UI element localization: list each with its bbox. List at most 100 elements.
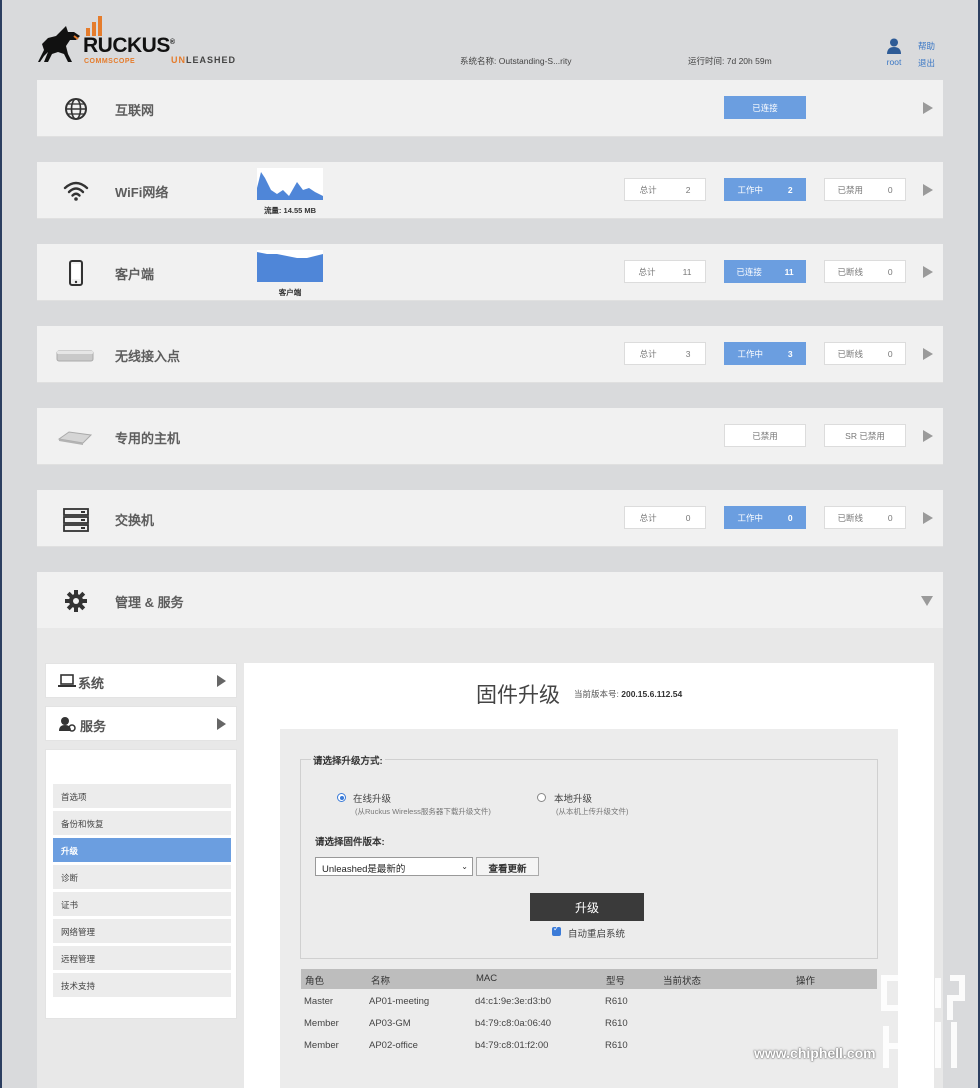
row-clients[interactable]: 客户端 客户端 总计 11 已连接 11 已断线 0	[37, 244, 943, 301]
sidebar-section-label: 系统	[78, 676, 105, 691]
chevron-right-icon	[217, 675, 226, 687]
menu-item-diagnostics[interactable]: 诊断	[53, 865, 231, 889]
cell-model: R610	[605, 1018, 628, 1029]
total-badge[interactable]: 总计 11	[624, 260, 706, 283]
total-badge[interactable]: 总计 2	[624, 178, 706, 201]
expand-arrow-icon[interactable]	[923, 184, 933, 196]
upgrade-button[interactable]: 升级	[530, 893, 644, 921]
disconnected-badge[interactable]: 已断线 0	[824, 260, 906, 283]
row-switches[interactable]: 交换机 总计 0 工作中 0 已断线 0	[37, 490, 943, 547]
row-title: 专用的主机	[115, 431, 181, 446]
window-frame-left	[0, 0, 2, 1088]
active-badge[interactable]: 工作中 2	[724, 178, 806, 201]
cell-role: Member	[304, 1040, 339, 1051]
disconnected-badge[interactable]: 已断线 0	[824, 342, 906, 365]
cell-mac: d4:c1:9e:3e:d3:b0	[475, 996, 552, 1007]
product-name: UNLEASHED	[171, 55, 237, 65]
table-row: Master AP01-meeting d4:c1:9e:3e:d3:b0 R6…	[301, 991, 877, 1013]
menu-item-certificates[interactable]: 证书	[53, 892, 231, 916]
gear-icon	[65, 590, 87, 612]
version-select-label: 请选择固件版本:	[315, 837, 385, 848]
online-upgrade-label[interactable]: 在线升级	[353, 791, 391, 805]
current-version: 当前版本号: 200.15.6.112.54	[574, 689, 683, 699]
header-links: 帮助 退出	[918, 38, 935, 72]
expand-arrow-icon[interactable]	[923, 348, 933, 360]
logout-link[interactable]: 退出	[918, 55, 935, 72]
row-title: 互联网	[115, 103, 155, 118]
access-point-icon	[56, 350, 94, 362]
check-update-button[interactable]: 查看更新	[476, 857, 539, 876]
table-row: Member AP03-GM b4:79:c8:0a:06:40 R610	[301, 1013, 877, 1035]
row-title: 客户端	[115, 267, 155, 282]
disconnected-badge[interactable]: 已断线 0	[824, 506, 906, 529]
row-dedicated-hosts[interactable]: 专用的主机 已禁用 SR 已禁用	[37, 408, 943, 465]
chiphell-watermark-icon	[881, 972, 965, 1069]
local-upgrade-label[interactable]: 本地升级	[554, 791, 592, 805]
clients-sparkline	[257, 250, 323, 282]
brand-wordmark: RUCKUS®	[83, 34, 175, 57]
cell-name: AP02-office	[369, 1040, 418, 1051]
active-badge[interactable]: 工作中 3	[724, 342, 806, 365]
disabled-badge[interactable]: 已禁用	[724, 424, 806, 447]
column-header: 名称	[371, 976, 391, 987]
auto-reboot-checkbox[interactable]	[552, 924, 561, 936]
uptime: 运行时间: 7d 20h 59m	[688, 56, 772, 66]
admin-menu: 首选项 备份和恢复 升级 诊断 证书 网络管理 远程管理 技术支持	[45, 749, 237, 1019]
cell-role: Master	[304, 996, 334, 1007]
disabled-badge[interactable]: 已禁用 0	[824, 178, 906, 201]
cell-name: AP03-GM	[369, 1018, 411, 1029]
auto-reboot-label[interactable]: 自动重启系统	[568, 926, 625, 940]
sr-disabled-badge[interactable]: SR 已禁用	[824, 424, 906, 447]
active-badge[interactable]: 工作中 0	[724, 506, 806, 529]
expand-arrow-icon[interactable]	[923, 512, 933, 524]
menu-item-remote-management[interactable]: 远程管理	[53, 946, 231, 970]
expand-arrow-icon[interactable]	[923, 102, 933, 114]
local-upgrade-hint: (从本机上传升级文件)	[556, 807, 629, 816]
traffic-label: 流量: 14.55 MB	[263, 206, 317, 215]
sidebar-section-services[interactable]: 服务	[45, 706, 237, 741]
row-title: WiFi网络	[115, 185, 169, 200]
menu-item-preferences[interactable]: 首选项	[53, 784, 231, 808]
username[interactable]: root	[882, 57, 906, 67]
switch-stack-icon	[63, 508, 89, 532]
services-icon	[59, 717, 76, 732]
row-title: 管理 & 服务	[115, 595, 184, 610]
user-icon	[887, 38, 901, 54]
firmware-version-select[interactable]: Unleashed是最新的 ⌄	[315, 857, 473, 876]
online-upgrade-radio[interactable]	[337, 793, 346, 802]
expand-arrow-icon[interactable]	[923, 266, 933, 278]
menu-item-tech-support[interactable]: 技术支持	[53, 973, 231, 997]
phone-icon	[69, 260, 83, 286]
row-wifi[interactable]: WiFi网络 流量: 14.55 MB 总计 2 工作中 2 已禁用 0	[37, 162, 943, 219]
header: RUCKUS® COMMSCOPE UNLEASHED 系统名称: Outsta…	[0, 0, 980, 78]
status-badge: 已连接	[724, 96, 806, 119]
upgrade-method-fieldset: 请选择升级方式: 在线升级 (从Ruckus Wireless服务器下载升级文件…	[300, 753, 878, 959]
total-badge[interactable]: 总计 3	[624, 342, 706, 365]
row-title: 交换机	[115, 513, 155, 528]
collapse-arrow-icon[interactable]	[921, 596, 933, 606]
cell-model: R610	[605, 996, 628, 1007]
column-header: 当前状态	[663, 976, 702, 987]
cell-role: Member	[304, 1018, 339, 1029]
online-upgrade-hint: (从Ruckus Wireless服务器下载升级文件)	[355, 807, 491, 816]
method-legend: 请选择升级方式:	[311, 753, 385, 767]
local-upgrade-radio[interactable]	[537, 793, 546, 802]
row-internet[interactable]: 互联网 已连接	[37, 80, 943, 137]
row-title: 无线接入点	[115, 349, 181, 364]
active-badge[interactable]: 已连接 11	[724, 260, 806, 283]
menu-item-backup-restore[interactable]: 备份和恢复	[53, 811, 231, 835]
expand-arrow-icon[interactable]	[923, 430, 933, 442]
firmware-upgrade-content: 固件升级 当前版本号: 200.15.6.112.54 请选择升级方式: 在线升…	[244, 663, 934, 1088]
row-access-points[interactable]: 无线接入点 总计 3 工作中 3 已断线 0	[37, 326, 943, 383]
admin-panel: 系统 服务 管理 首选项 备份和恢复 升级 诊断 证书 网络管理 远程管理 技术…	[37, 628, 943, 1088]
menu-item-network-management[interactable]: 网络管理	[53, 919, 231, 943]
ap-table-header: 角色 名称 MAC 型号 当前状态 操作	[301, 969, 877, 989]
help-link[interactable]: 帮助	[918, 38, 935, 55]
cell-mac: b4:79:c8:01:f2:00	[475, 1040, 549, 1051]
menu-item-upgrade[interactable]: 升级	[53, 838, 231, 862]
total-badge[interactable]: 总计 0	[624, 506, 706, 529]
system-name: 系统名称: Outstanding-S...rity	[460, 56, 572, 66]
sidebar-section-system[interactable]: 系统	[45, 663, 237, 698]
row-admin-services[interactable]: 管理 & 服务	[37, 572, 943, 629]
user-menu[interactable]: root	[882, 38, 906, 67]
